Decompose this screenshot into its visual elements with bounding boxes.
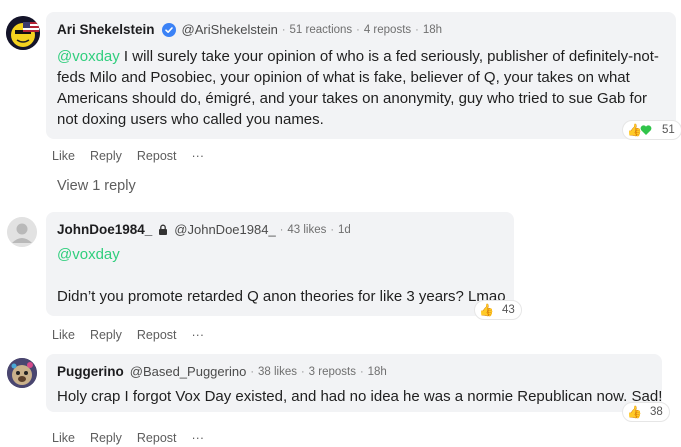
reaction-summary[interactable]: 👍 38 <box>622 402 670 422</box>
comment-header: Ari Shekelstein @AriShekelstein · 51 rea… <box>57 22 442 37</box>
repost-stat[interactable]: 3 reposts <box>309 366 356 378</box>
separator-dot: · <box>415 23 419 36</box>
repost-button[interactable]: Repost <box>137 149 177 163</box>
reaction-count: 38 <box>649 406 663 418</box>
like-stat[interactable]: 38 likes <box>258 366 297 378</box>
default-avatar-icon <box>7 217 37 247</box>
author-handle[interactable]: @Based_Puggerino <box>130 364 247 379</box>
author-name[interactable]: Puggerino <box>57 364 124 379</box>
view-replies-link[interactable]: View 1 reply <box>57 178 136 194</box>
mention-link[interactable]: @voxday <box>57 246 120 263</box>
author-handle[interactable]: @AriShekelstein <box>182 22 278 37</box>
reaction-stat[interactable]: 51 reactions <box>290 24 353 36</box>
more-options-button[interactable]: ··· <box>192 328 205 342</box>
reaction-summary[interactable]: 👍 51 <box>622 120 681 140</box>
comment-text: Didn’t you promote retarded Q anon theor… <box>57 288 506 305</box>
comment-actions: Like Reply Repost ··· <box>52 431 204 445</box>
like-stat[interactable]: 43 likes <box>287 224 326 236</box>
author-name[interactable]: JohnDoe1984_ <box>57 222 152 237</box>
avatar[interactable] <box>7 217 37 247</box>
author-handle[interactable]: @JohnDoe1984_ <box>174 222 275 237</box>
comment-actions: Like Reply Repost ··· <box>52 328 204 342</box>
comment-text: @voxday I will surely take your opinion … <box>57 46 669 130</box>
reply-button[interactable]: Reply <box>90 149 122 163</box>
separator-dot: · <box>300 365 305 378</box>
separator-dot: · <box>359 365 364 378</box>
repost-button[interactable]: Repost <box>137 328 177 342</box>
reply-button[interactable]: Reply <box>90 328 122 342</box>
comment-header: Puggerino @Based_Puggerino · 38 likes · … <box>57 364 387 379</box>
separator-dot: · <box>330 223 335 236</box>
comment-text: Holy crap I forgot Vox Day existed, and … <box>57 388 663 405</box>
repost-stat[interactable]: 4 reposts <box>364 24 411 36</box>
avatar-image <box>7 358 37 388</box>
separator-dot: · <box>250 365 254 378</box>
comment-actions: Like Reply Repost ··· <box>52 149 204 163</box>
green-heart-icon <box>640 124 652 136</box>
more-options-button[interactable]: ··· <box>192 149 205 163</box>
avatar-image <box>6 16 40 50</box>
comment-body: I will surely take your opinion of who i… <box>57 48 659 128</box>
separator-dot: · <box>279 223 284 236</box>
timestamp[interactable]: 1d <box>338 224 351 236</box>
like-button[interactable]: Like <box>52 431 75 445</box>
timestamp[interactable]: 18h <box>368 366 387 378</box>
comment-header: JohnDoe1984_ @JohnDoe1984_ · 43 likes · … <box>57 222 351 237</box>
more-options-button[interactable]: ··· <box>192 431 205 445</box>
reaction-count: 43 <box>501 304 515 316</box>
like-button[interactable]: Like <box>52 328 75 342</box>
avatar[interactable] <box>7 358 37 388</box>
mention-link[interactable]: @voxday <box>57 48 120 65</box>
lock-icon <box>158 224 168 235</box>
avatar[interactable] <box>6 16 40 50</box>
thumbs-up-icon: 👍 <box>627 405 642 419</box>
like-button[interactable]: Like <box>52 149 75 163</box>
thumbs-up-icon: 👍 <box>479 303 494 317</box>
repost-button[interactable]: Repost <box>137 431 177 445</box>
mention-line: @voxday <box>57 244 120 265</box>
author-name[interactable]: Ari Shekelstein <box>57 22 155 37</box>
separator-dot: · <box>356 23 360 36</box>
timestamp[interactable]: 18h <box>423 24 442 36</box>
separator-dot: · <box>281 23 286 36</box>
reply-button[interactable]: Reply <box>90 431 122 445</box>
reaction-summary[interactable]: 👍 43 <box>474 300 522 320</box>
reaction-count: 51 <box>661 124 675 136</box>
verified-icon <box>161 22 176 37</box>
